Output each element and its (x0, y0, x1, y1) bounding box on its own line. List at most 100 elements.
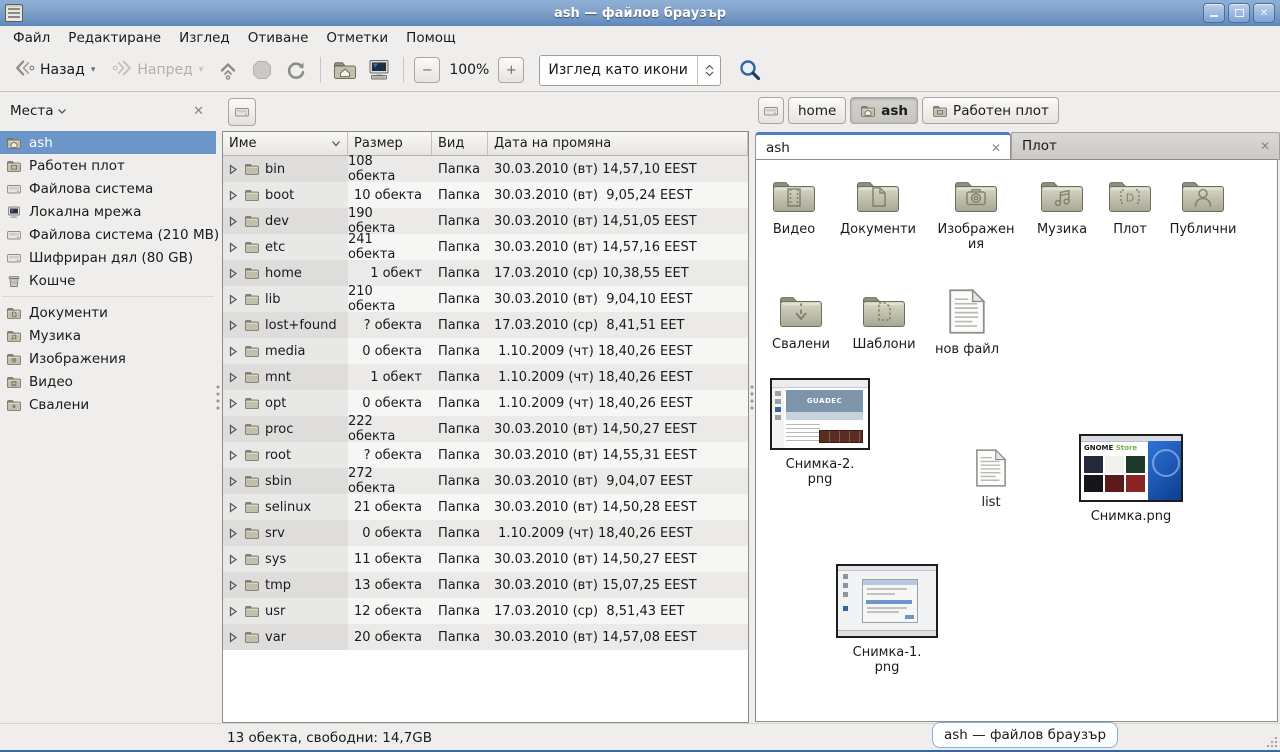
menu-item-3[interactable]: Изглед (170, 27, 239, 49)
column-header-Вид[interactable]: Вид (432, 132, 488, 156)
expander-icon[interactable] (227, 632, 239, 643)
sidebar-item-Локална мрежа[interactable]: Локална мрежа (0, 200, 216, 223)
expander-icon[interactable] (227, 606, 239, 617)
sidebar-item-Файлова система (210 MB)[interactable]: Файлова система (210 MB) (0, 223, 216, 246)
expander-icon[interactable] (227, 216, 239, 227)
column-header-Име[interactable]: Име (223, 132, 348, 156)
sidebar-item-Изображения[interactable]: Изображения (0, 347, 216, 370)
expander-icon[interactable] (227, 268, 239, 279)
back-button[interactable]: Назад ▾ (6, 53, 103, 87)
grid-item-Публични[interactable]: Публични (1148, 175, 1258, 237)
sort-indicator-icon[interactable] (331, 140, 341, 147)
breadcrumb-home[interactable]: home (788, 97, 846, 124)
expander-icon[interactable] (227, 190, 239, 201)
tab-ash[interactable]: ash✕ (755, 132, 1011, 160)
expander-icon[interactable] (227, 476, 239, 487)
sidebar-close-icon[interactable]: ✕ (193, 104, 204, 119)
grid-item-Снимка-2.png[interactable]: GUADECСнимка-2.png (765, 378, 875, 487)
grid-item-Снимка-1.png[interactable]: Снимка-1.png (832, 564, 942, 675)
table-row-mnt[interactable]: mnt1 обектПапка 1.10.2009 (чт) 18,40,26 … (223, 364, 748, 390)
menu-item-2[interactable]: Редактиране (59, 27, 170, 49)
table-row-dev[interactable]: dev190 обектаПапка30.03.2010 (вт) 14,51,… (223, 208, 748, 234)
table-row-home[interactable]: home1 обектПапка17.03.2010 (ср) 10,38,55… (223, 260, 748, 286)
table-row-selinux[interactable]: selinux21 обектаПапка30.03.2010 (вт) 14,… (223, 494, 748, 520)
expander-icon[interactable] (227, 450, 239, 461)
table-row-srv[interactable]: srv0 обектаПапка 1.10.2009 (чт) 18,40,26… (223, 520, 748, 546)
tab-Плот[interactable]: Плот✕ (1011, 132, 1280, 160)
stop-button[interactable] (245, 54, 279, 86)
expander-icon[interactable] (227, 164, 239, 175)
table-row-usr[interactable]: usr12 обектаПапка17.03.2010 (ср) 8,51,43… (223, 598, 748, 624)
table-row-media[interactable]: media0 обектаПапка 1.10.2009 (чт) 18,40,… (223, 338, 748, 364)
sidebar-item-Свалени[interactable]: Свалени (0, 393, 216, 416)
expander-icon[interactable] (227, 398, 239, 409)
minimize-button[interactable] (1203, 3, 1225, 23)
tab-close-icon[interactable]: ✕ (1260, 139, 1270, 153)
grid-item-Документи[interactable]: Документи (823, 175, 933, 237)
chevron-down-icon[interactable] (57, 108, 67, 115)
expander-icon[interactable] (227, 554, 239, 565)
column-header-Дата на промяна[interactable]: Дата на промяна (488, 132, 748, 156)
table-row-bin[interactable]: bin108 обектаПапка30.03.2010 (вт) 14,57,… (223, 156, 748, 182)
table-row-etc[interactable]: etc241 обектаПапка30.03.2010 (вт) 14,57,… (223, 234, 748, 260)
zoom-in-button[interactable]: + (498, 57, 524, 83)
view-mode-select[interactable]: Изглед като икони (539, 55, 721, 86)
back-dropdown-icon[interactable]: ▾ (91, 65, 96, 75)
breadcrumb-ash[interactable]: ash (850, 97, 918, 124)
expander-icon[interactable] (227, 294, 239, 305)
expander-icon[interactable] (227, 346, 239, 357)
table-row-lib[interactable]: lib210 обектаПапка30.03.2010 (вт) 9,04,1… (223, 286, 748, 312)
close-button[interactable]: ✕ (1253, 3, 1275, 23)
sidebar-title[interactable]: Места (10, 103, 54, 119)
table-row-root[interactable]: root? обектаПапка30.03.2010 (вт) 14,55,3… (223, 442, 748, 468)
sidebar-item-Документи[interactable]: Документи (0, 301, 216, 324)
sidebar-item-Музика[interactable]: Музика (0, 324, 216, 347)
maximize-button[interactable] (1228, 3, 1250, 23)
table-row-lost+found[interactable]: lost+found? обектаПапка17.03.2010 (ср) 8… (223, 312, 748, 338)
sidebar-item-Видео[interactable]: Видео (0, 370, 216, 393)
grid-item-нов файл[interactable]: нов файл (912, 288, 1022, 357)
expander-icon[interactable] (227, 320, 239, 331)
expander-icon[interactable] (227, 242, 239, 253)
go-up-button[interactable] (211, 54, 245, 86)
tab-close-icon[interactable]: ✕ (991, 141, 1001, 155)
expander-icon[interactable] (227, 424, 239, 435)
grid-item-Снимка.png[interactable]: GNOME StoreСнимка.png (1076, 434, 1186, 524)
icon-view[interactable]: ВидеоДокументиИзображенияМузикаDПлотПубл… (755, 159, 1278, 722)
computer-button[interactable] (362, 54, 396, 86)
zoom-out-button[interactable]: − (414, 57, 440, 83)
sidebar-item-Кошче[interactable]: Кошче (0, 269, 216, 292)
column-header-Размер[interactable]: Размер (348, 132, 432, 156)
table-row-tmp[interactable]: tmp13 обектаПапка30.03.2010 (вт) 15,07,2… (223, 572, 748, 598)
menu-item-5[interactable]: Отметки (317, 27, 397, 49)
sidebar-item-Шифриран дял (80 GB)[interactable]: Шифриран дял (80 GB) (0, 246, 216, 269)
grid-item-list[interactable]: list (936, 448, 1046, 510)
table-row-opt[interactable]: opt0 обектаПапка 1.10.2009 (чт) 18,40,26… (223, 390, 748, 416)
search-button[interactable] (733, 54, 767, 86)
column-header-label: Дата на промяна (494, 136, 611, 151)
menu-item-6[interactable]: Помощ (397, 27, 465, 49)
expander-icon[interactable] (227, 580, 239, 591)
forward-button[interactable]: Напред ▾ (103, 53, 211, 87)
table-row-sys[interactable]: sys11 обектаПапка30.03.2010 (вт) 14,50,2… (223, 546, 748, 572)
table-row-var[interactable]: var20 обектаПапка30.03.2010 (вт) 14,57,0… (223, 624, 748, 650)
breadcrumb-Работен плот[interactable]: Работен плот (922, 97, 1059, 124)
menu-item-4[interactable]: Отиване (239, 27, 318, 49)
expander-icon[interactable] (227, 502, 239, 513)
menu-item-1[interactable]: Файл (4, 27, 59, 49)
expander-icon[interactable] (227, 528, 239, 539)
expander-icon[interactable] (227, 372, 239, 383)
title-bar[interactable]: ash — файлов браузър ✕ (0, 0, 1280, 27)
reload-button[interactable] (279, 54, 313, 86)
breadcrumb-root[interactable] (758, 97, 784, 124)
sidebar-item-ash[interactable]: ash (0, 131, 216, 154)
home-button[interactable] (328, 54, 362, 86)
paned-handle[interactable] (215, 380, 221, 414)
sidebar-item-Работен плот[interactable]: Работен плот (0, 154, 216, 177)
middle-pane-root-button[interactable] (228, 98, 256, 126)
table-row-proc[interactable]: proc222 обектаПапка30.03.2010 (вт) 14,50… (223, 416, 748, 442)
table-row-sbin[interactable]: sbin272 обектаПапка30.03.2010 (вт) 9,04,… (223, 468, 748, 494)
sidebar-item-Файлова система[interactable]: Файлова система (0, 177, 216, 200)
resize-grip[interactable] (1266, 736, 1278, 748)
table-row-boot[interactable]: boot10 обектаПапка30.03.2010 (вт) 9,05,2… (223, 182, 748, 208)
